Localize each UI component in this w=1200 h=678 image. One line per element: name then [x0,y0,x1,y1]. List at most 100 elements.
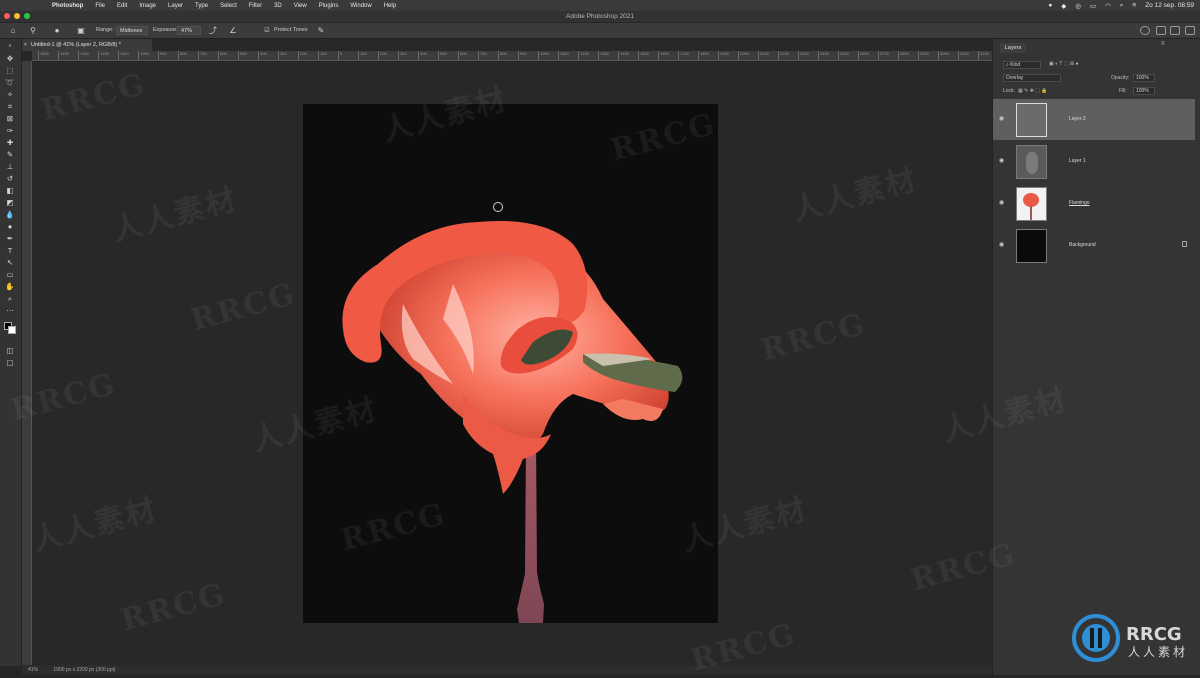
layer-thumbnail [1016,103,1047,137]
quick-mask-icon[interactable]: ◫ [4,345,16,356]
wifi-icon[interactable]: ◠ [1105,2,1111,10]
workspace-icon[interactable] [1156,26,1166,35]
fill-input[interactable]: 100% [1133,87,1155,95]
dodge-tool-icon[interactable]: ● [4,221,16,232]
menu-photoshop[interactable]: Photoshop [52,3,83,9]
share-icon[interactable] [1170,26,1180,35]
path-select-tool-icon[interactable]: ↖ [4,257,16,268]
menu-help[interactable]: Help [384,3,396,9]
ruler-tick: 1200 [98,51,109,60]
screen-mode-icon[interactable]: ▢ [4,357,16,368]
dropbox-icon[interactable]: ◆ [1061,2,1066,10]
protect-tones-checkbox[interactable]: ☑ [262,26,272,36]
ruler-tick: 2200 [778,51,789,60]
tab-layers[interactable]: Layers [1000,43,1026,53]
brush-cursor [493,202,503,212]
menu-image[interactable]: Image [139,3,156,9]
control-center-icon[interactable]: ≡ [1132,2,1136,9]
quick-select-tool-icon[interactable]: ✧ [4,89,16,100]
workspace[interactable] [32,61,992,665]
opacity-input[interactable]: 100% [1133,74,1155,82]
brush-preset-icon[interactable]: ● [52,26,62,36]
clock[interactable]: Zo 12 sep. 08:59 [1145,2,1194,9]
ruler-tick: 500 [438,51,447,60]
search-icon[interactable]: ⌕ [1120,2,1124,10]
layer-row-layer-1[interactable]: ◉ Layer 1 [993,141,1195,182]
menu-window[interactable]: Window [350,3,371,9]
layer-name[interactable]: Flamingo [1069,200,1090,206]
exposure-input[interactable]: 47% [177,26,201,35]
frame-tool-icon[interactable]: ⊠ [4,113,16,124]
crop-tool-icon[interactable]: ⌗ [4,101,16,112]
visibility-eye-icon[interactable]: ◉ [998,200,1005,206]
airbrush-icon[interactable]: ⤴ [208,26,218,36]
blur-tool-icon[interactable]: 💧 [4,209,16,220]
lock-icons[interactable]: ▦ ✎ ✥ ⬚ 🔒 [1018,88,1048,94]
document-tab-label: Untitled-1 @ 41% (Layer 2, RGB/8) * [31,42,121,48]
move-tool-icon[interactable]: ✥ [4,53,16,64]
ruler-tick: 0 [338,51,342,60]
document-info[interactable]: 1900 px x 2200 px (300 ppi) [53,667,115,673]
dodge-tool-icon[interactable]: ⚲ [28,26,38,36]
ruler-tick: 2100 [758,51,769,60]
gradient-tool-icon[interactable]: ◩ [4,197,16,208]
pressure-icon[interactable]: ✎ [316,26,326,36]
zoom-level[interactable]: 41% [28,667,38,673]
menu-filter[interactable]: Filter [249,3,262,9]
menu-file[interactable]: File [95,3,105,9]
menu-view[interactable]: View [294,3,307,9]
search-help-icon[interactable] [1140,26,1150,35]
shape-tool-icon[interactable]: ▭ [4,269,16,280]
background-color-swatch[interactable] [8,326,16,334]
menu-type[interactable]: Type [195,3,208,9]
angle-icon[interactable]: ∠ [228,26,238,36]
marquee-tool-icon[interactable]: ⬚ [4,65,16,76]
pen-tool-icon[interactable]: ✒ [4,233,16,244]
layer-name[interactable]: Layer 2 [1069,116,1086,122]
ruler-tick: 2800 [898,51,909,60]
eyedropper-tool-icon[interactable]: ✑ [4,125,16,136]
healing-tool-icon[interactable]: ✚ [4,137,16,148]
hand-tool-icon[interactable]: ✋ [4,281,16,292]
menu-plugins[interactable]: Plugins [319,3,339,9]
layer-row-flamingo[interactable]: ◉ Flamingo [993,183,1195,224]
type-tool-icon[interactable]: T [4,245,16,256]
battery-icon[interactable]: ▭ [1090,2,1096,10]
document-tab[interactable]: × Untitled-1 @ 41% (Layer 2, RGB/8) * [22,39,152,51]
blend-mode-select[interactable]: Overlay [1003,74,1061,82]
edit-toolbar-icon[interactable]: ⋯ [4,305,16,316]
stamp-tool-icon[interactable]: ⊥ [4,161,16,172]
visibility-eye-icon[interactable]: ◉ [998,116,1005,122]
menu-edit[interactable]: Edit [117,3,127,9]
close-tab-icon[interactable]: × [24,39,27,51]
filter-kind-select[interactable]: ⌕ Kind [1003,61,1041,69]
history-brush-tool-icon[interactable]: ↺ [4,173,16,184]
visibility-eye-icon[interactable]: ◉ [998,158,1005,164]
layer-name[interactable]: Layer 1 [1069,158,1086,164]
layer-name[interactable]: Background [1069,242,1096,248]
layer-row-background[interactable]: ◉ Background [993,225,1195,266]
lasso-tool-icon[interactable]: ➰ [4,77,16,88]
visibility-eye-icon[interactable]: ◉ [998,242,1005,248]
eraser-tool-icon[interactable]: ◧ [4,185,16,196]
cc-icon[interactable]: ◎ [1075,2,1081,10]
record-icon[interactable]: ● [1048,2,1052,9]
brush-settings-icon[interactable]: ▣ [76,26,86,36]
brush-tool-icon[interactable]: ✎ [4,149,16,160]
ruler-tick: 1300 [78,51,89,60]
menu-select[interactable]: Select [220,3,237,9]
filter-icons[interactable]: ▣ ◐ T ⬚ ⊞ ● [1049,61,1079,67]
panel-menu-icon[interactable]: ≡ [1161,41,1165,47]
toolbar-collapse-icon[interactable]: « [4,41,16,52]
layer-row-layer-2[interactable]: ◉ Layer 2 [993,99,1195,140]
range-select[interactable]: Midtones [116,26,148,35]
layer-thumbnail [1016,187,1047,221]
ruler-tick: 1300 [598,51,609,60]
home-icon[interactable]: ⌂ [8,26,18,36]
arrange-icon[interactable] [1185,26,1195,35]
zoom-tool-icon[interactable]: ⌕ [4,293,16,304]
ruler-tick: 1900 [718,51,729,60]
menu-3d[interactable]: 3D [274,3,282,9]
menu-layer[interactable]: Layer [168,3,183,9]
vertical-ruler [22,61,32,665]
